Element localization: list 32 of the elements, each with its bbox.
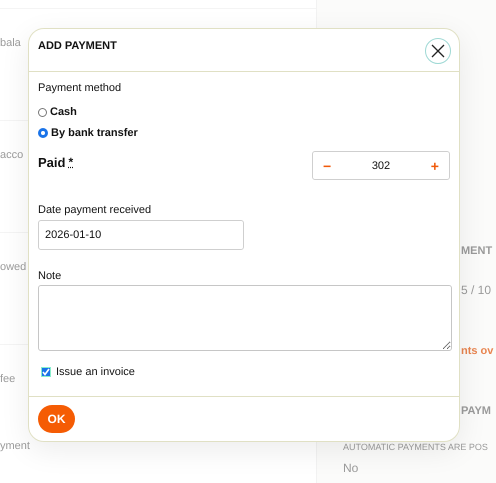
caption-text: AUTOMATIC PAYMENTS ARE POS — [343, 442, 488, 452]
value-text: 5 / 10 — [461, 283, 492, 297]
value-text: No — [343, 461, 358, 475]
field-label: Paid — [38, 155, 66, 170]
field-label: Payment method — [38, 82, 122, 94]
link[interactable]: nts ov — [461, 345, 494, 357]
radio-button[interactable] — [38, 128, 48, 138]
row-label: yment — [0, 440, 30, 452]
close-button[interactable] — [425, 38, 451, 64]
checkbox[interactable] — [41, 367, 51, 377]
date-field[interactable]: 2026-01-10 — [38, 220, 244, 250]
close-icon — [431, 44, 445, 58]
note-field[interactable] — [38, 285, 452, 351]
required-mark: * — [68, 155, 74, 169]
field-label: Note — [38, 270, 62, 282]
radio-label: By bank transfer — [51, 127, 138, 139]
section-heading: PAYM — [461, 405, 491, 417]
row-label: bala — [0, 37, 21, 49]
ok-button[interactable]: OK — [38, 405, 75, 433]
row-label: acco — [0, 149, 24, 161]
amount-value: 302 — [372, 160, 390, 172]
radio-button[interactable] — [38, 108, 47, 116]
amount-stepper[interactable]: − 302 + — [312, 151, 450, 180]
dialog-title: ADD PAYMENT — [38, 40, 117, 52]
radio-label: Cash — [50, 106, 77, 118]
section-heading: MENT — [461, 245, 492, 257]
field-label: Date payment received — [38, 204, 152, 216]
decrement-button[interactable]: − — [313, 158, 342, 174]
row-label: owed — [0, 261, 26, 273]
increment-button[interactable]: + — [420, 158, 449, 174]
row-label: fee — [0, 373, 16, 385]
checkbox-label: Issue an invoice — [56, 366, 135, 378]
